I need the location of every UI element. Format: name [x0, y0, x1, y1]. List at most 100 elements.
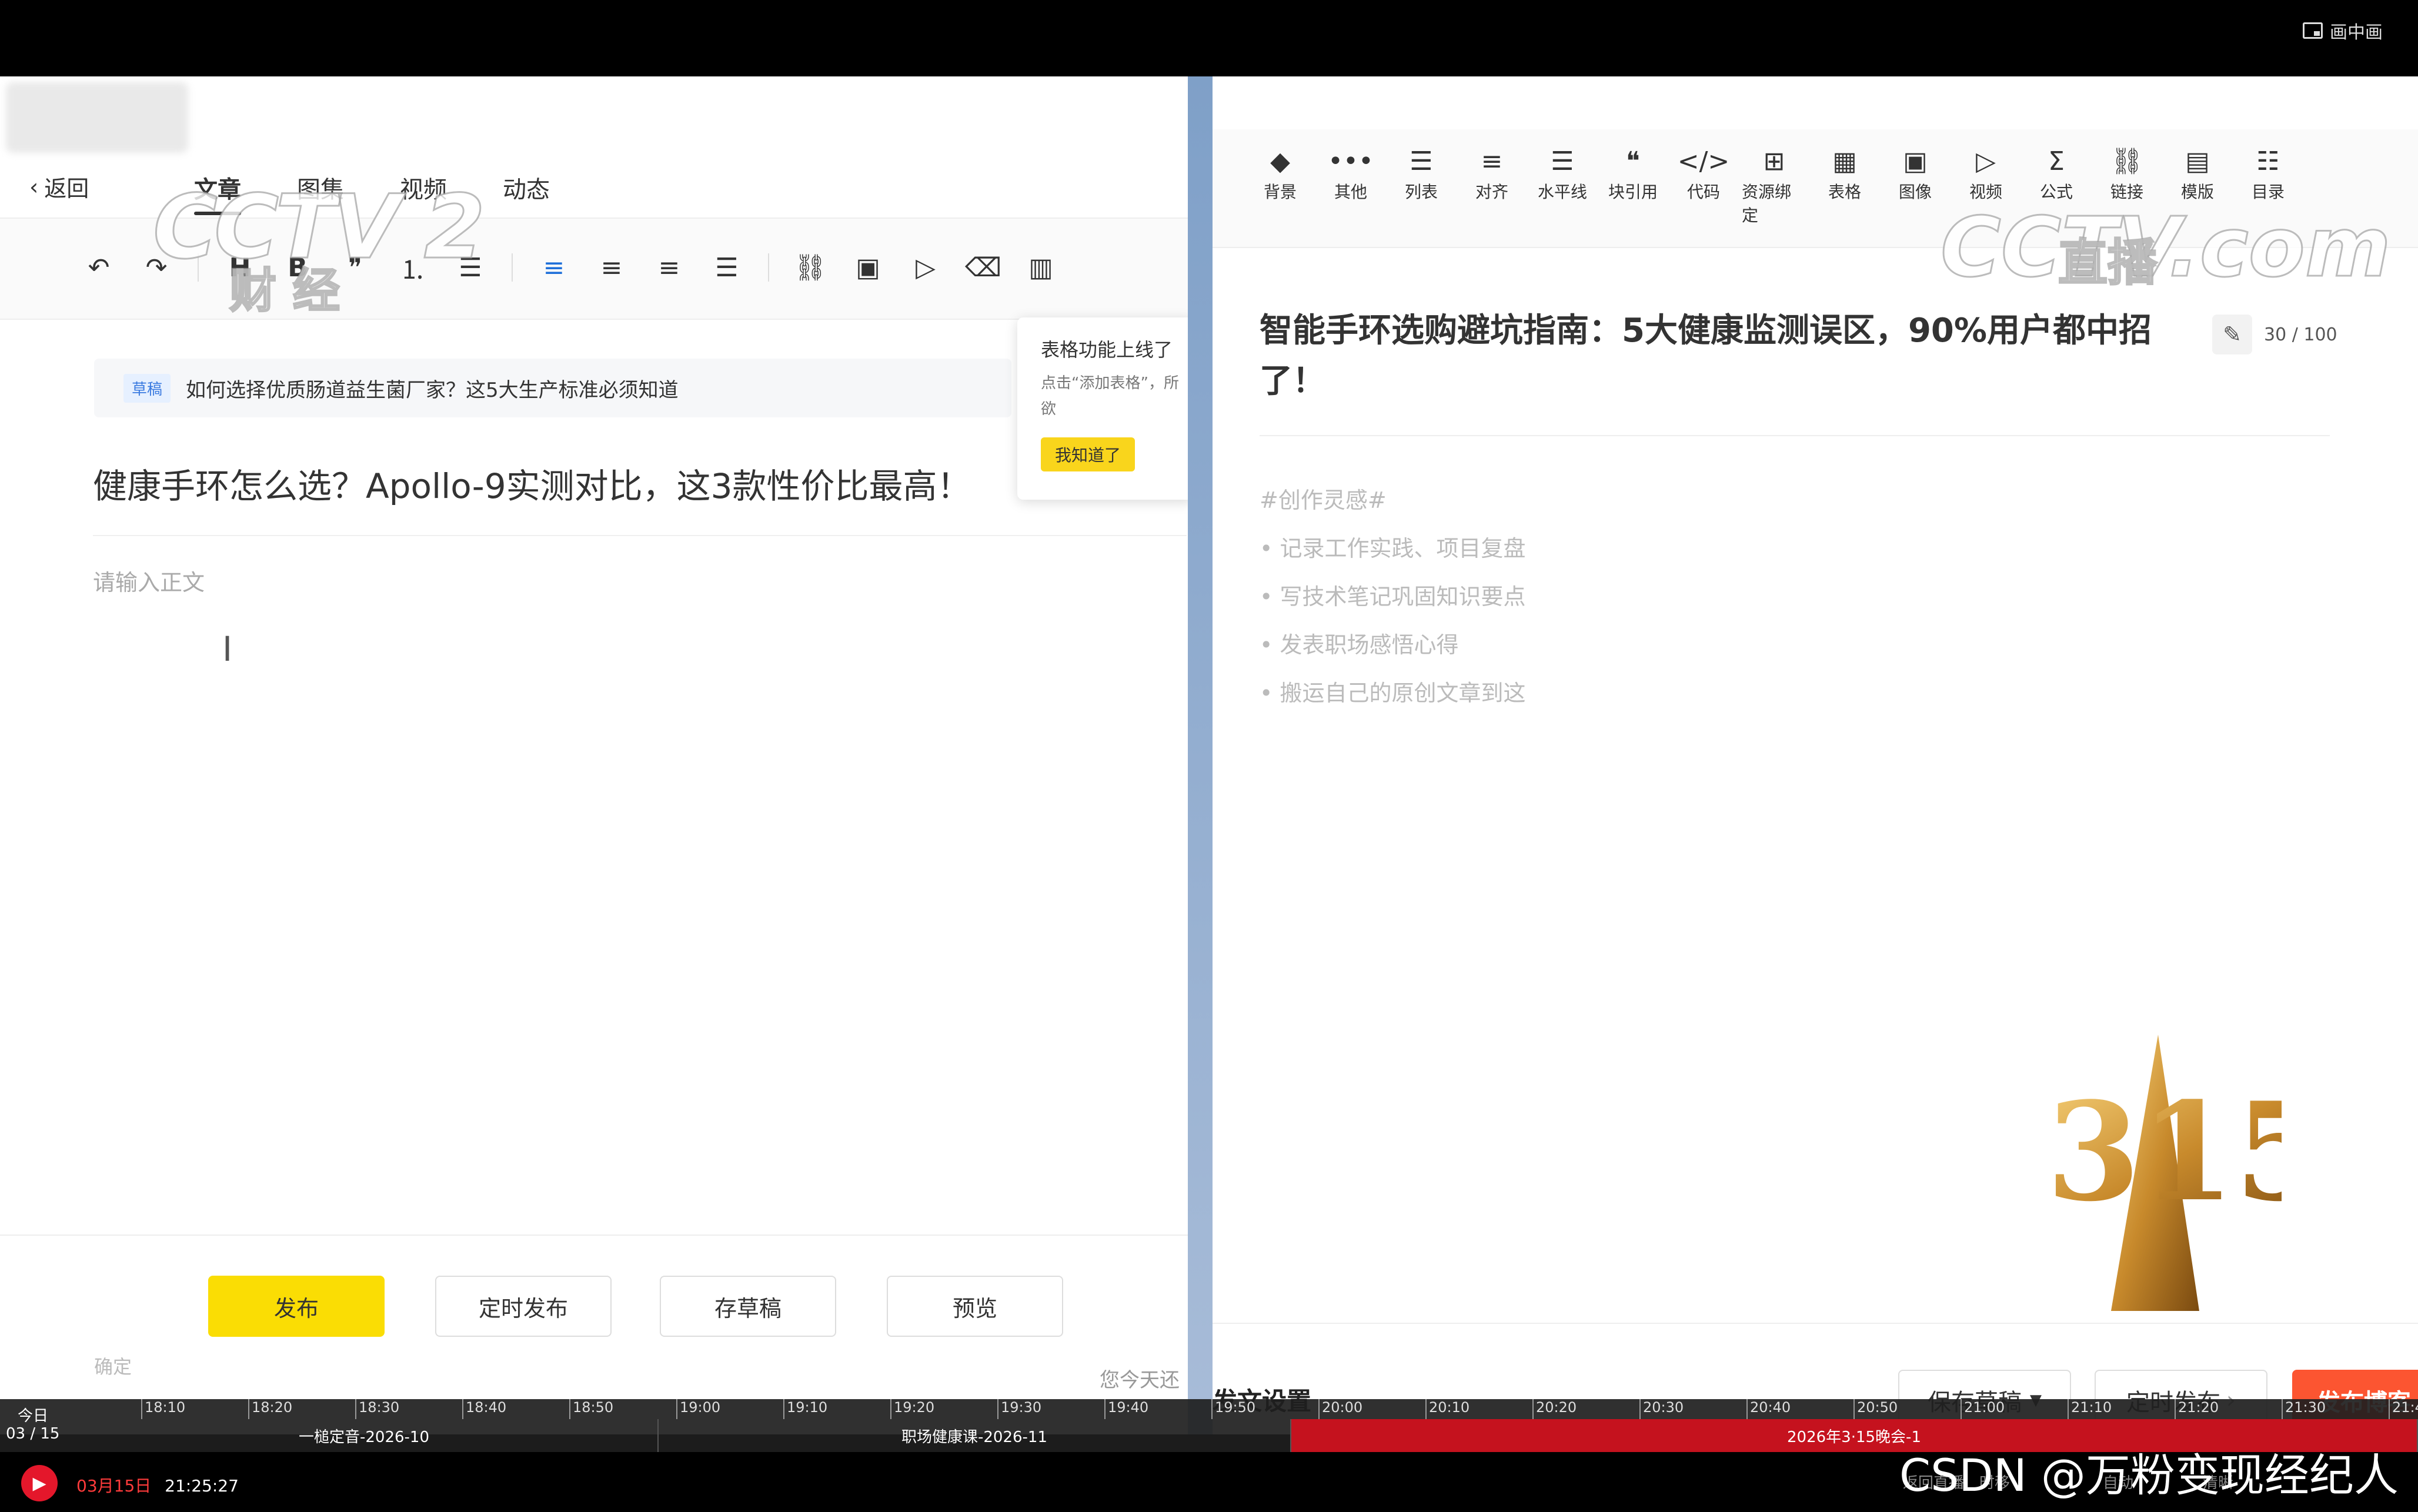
back-label: 返回 [44, 176, 89, 202]
timeline-tick: 19:10 [783, 1399, 890, 1419]
align-right-icon[interactable]: ≡ [653, 251, 686, 284]
toolbar-label: 表格 [1828, 182, 1861, 202]
link-icon: ⛓ [2110, 146, 2143, 176]
toolbar-quote-button[interactable]: ❝ 块引用 [1601, 144, 1665, 203]
toolbar-code-button[interactable]: </> 代码 [1671, 144, 1736, 203]
eraser-icon[interactable]: ⌫ [965, 251, 1001, 284]
title-counter: ✎ 30 / 100 [2212, 315, 2337, 354]
toolbar-link-button[interactable]: ⛓ 链接 [2095, 144, 2159, 203]
toolbar-label: 模版 [2180, 182, 2214, 202]
list-icon: ☰ [1410, 146, 1433, 176]
toolbar-label: 块引用 [1608, 182, 1658, 202]
logo-text: 315 [2046, 1073, 2282, 1232]
image-icon[interactable]: ▣ [851, 251, 884, 284]
blurred-logo [6, 82, 188, 153]
toolbar-divider [512, 253, 513, 282]
image-icon: ▣ [1903, 146, 1928, 176]
article-body-input[interactable]: 请输入正文 [93, 564, 205, 597]
code-icon: </> [1677, 146, 1730, 176]
draft-notice[interactable]: 草稿 如何选择优质肠道益生菌厂家？这5大生产标准必须知道 [94, 359, 1011, 417]
toc-icon: ☷ [2256, 146, 2280, 176]
align-left-icon[interactable]: ≡ [537, 251, 570, 284]
align-justify-icon[interactable]: ☰ [710, 251, 743, 284]
template-icon: ▤ [2185, 146, 2210, 176]
toolbar-formula-button[interactable]: Σ 公式 [2024, 144, 2089, 203]
timeline-tick: 20:30 [1639, 1399, 1746, 1419]
timeline-tick: 21:10 [2068, 1399, 2175, 1419]
timeline-tick: 20:10 [1425, 1399, 1532, 1419]
chart-icon[interactable]: ▥ [1024, 251, 1057, 284]
timeline-tick: 18:10 [141, 1399, 248, 1419]
video-icon: ▷ [1976, 146, 1996, 176]
toolbar-toc-button[interactable]: ☷ 目录 [2236, 144, 2300, 203]
timeline-tick: 21:40 [2389, 1399, 2418, 1419]
timeline-tick: 20:00 [1318, 1399, 1425, 1419]
link-icon[interactable]: ⛓ [794, 251, 827, 284]
toolbar-label: 视频 [1969, 182, 2002, 202]
toolbar-list-button[interactable]: ☰ 列表 [1389, 144, 1454, 203]
paint-bucket-icon: ◆ [1270, 146, 1290, 176]
magic-wand-icon[interactable]: ✎ [2212, 315, 2252, 354]
timeline-tick: 21:00 [1961, 1399, 2068, 1419]
blog-title-input[interactable]: 智能手环选购避坑指南：5大健康监测误区，90%用户都中招了！ [1260, 306, 2153, 407]
program-segment[interactable]: 职场健康课-2026-11 [659, 1419, 1291, 1452]
article-title-input[interactable]: 健康手环怎么选？Apollo-9实测对比，这3款性价比最高！ [93, 459, 971, 508]
got-it-button[interactable]: 我知道了 [1041, 437, 1135, 471]
schedule-publish-button[interactable]: 定时发布 [435, 1276, 612, 1337]
timeline-tick: 21:30 [2282, 1399, 2389, 1419]
toolbar-label: 对齐 [1475, 182, 1508, 202]
video-top-bar [0, 0, 2418, 76]
toolbar-table-button[interactable]: ▦ 表格 [1812, 144, 1877, 203]
program-segment[interactable]: 一槌定音-2026-10 [71, 1419, 659, 1452]
save-draft-button[interactable]: 存草稿 [660, 1276, 836, 1337]
pip-label: 画中画 [2330, 22, 2383, 43]
play-icon[interactable]: ▶ [21, 1465, 58, 1501]
toolbar-paint-bucket-button[interactable]: ◆ 背景 [1248, 144, 1312, 203]
back-button[interactable]: ‹ 返回 [29, 170, 89, 203]
more-icon: ••• [1328, 146, 1374, 176]
pip-icon [2303, 22, 2323, 39]
toolbar-template-button[interactable]: ▤ 模版 [2165, 144, 2230, 203]
date-index: 03 / 15 [6, 1425, 60, 1443]
timeline-tick: 19:20 [890, 1399, 997, 1419]
chevron-left-icon: ‹ [29, 173, 39, 200]
timeline-tick: 20:20 [1532, 1399, 1639, 1419]
toolbar-label: 资源绑定 [1742, 182, 1792, 225]
inspiration-placeholder[interactable]: #创作灵感# 记录工作实践、项目复盘 写技术笔记巩固知识要点 发表职场感悟心得 … [1260, 476, 1526, 717]
title-divider [1260, 435, 2330, 436]
footer-more-text: 您今天还 [1100, 1369, 1180, 1392]
tab-moment[interactable]: 动态 [503, 170, 550, 205]
quote-icon: ❝ [1626, 146, 1640, 176]
resource-icon: ⊞ [1763, 146, 1785, 176]
title-count: 30 / 100 [2264, 324, 2337, 345]
pip-button[interactable]: 画中画 [2303, 18, 2383, 44]
popup-title: 表格功能上线了 [1041, 339, 1173, 361]
align-center-icon[interactable]: ≡ [595, 251, 628, 284]
toolbar-image-button[interactable]: ▣ 图像 [1883, 144, 1948, 203]
toolbar-label: 其他 [1334, 182, 1367, 202]
preview-button[interactable]: 预览 [887, 1276, 1063, 1337]
draft-title: 如何选择优质肠道益生菌厂家？这5大生产标准必须知道 [186, 378, 679, 402]
video-icon[interactable]: ▷ [909, 251, 942, 284]
toolbar-more-button[interactable]: ••• 其他 [1318, 144, 1383, 203]
popup-text: 点击“添加表格”，所欲 [1041, 374, 1179, 418]
formula-icon: Σ [2048, 146, 2065, 176]
screen-divider [1188, 76, 1213, 1434]
timeline-tick: 18:30 [355, 1399, 462, 1419]
toolbar-align-button[interactable]: ≡ 对齐 [1460, 144, 1524, 203]
text-cursor-icon: I [222, 629, 233, 669]
inspiration-item: 发表职场感悟心得 [1260, 621, 1526, 669]
timeline-tick: 19:50 [1211, 1399, 1318, 1419]
table-icon: ▦ [1832, 146, 1857, 176]
toolbar-hr-button[interactable]: ☰ 水平线 [1530, 144, 1595, 203]
current-time: 03月15日 21:25:27 [76, 1473, 239, 1497]
today-label: 今日 [18, 1407, 49, 1425]
inspiration-heading: #创作灵感# [1260, 487, 1387, 513]
toolbar-label: 图像 [1898, 182, 1932, 202]
current-clock: 21:25:27 [165, 1476, 239, 1496]
toolbar-video-button[interactable]: ▷ 视频 [1953, 144, 2018, 203]
undo-icon[interactable]: ↶ [82, 251, 115, 284]
publish-button[interactable]: 发布 [208, 1276, 385, 1337]
timeline-tick: 18:50 [569, 1399, 676, 1419]
toolbar-resource-button[interactable]: ⊞ 资源绑定 [1742, 144, 1806, 226]
